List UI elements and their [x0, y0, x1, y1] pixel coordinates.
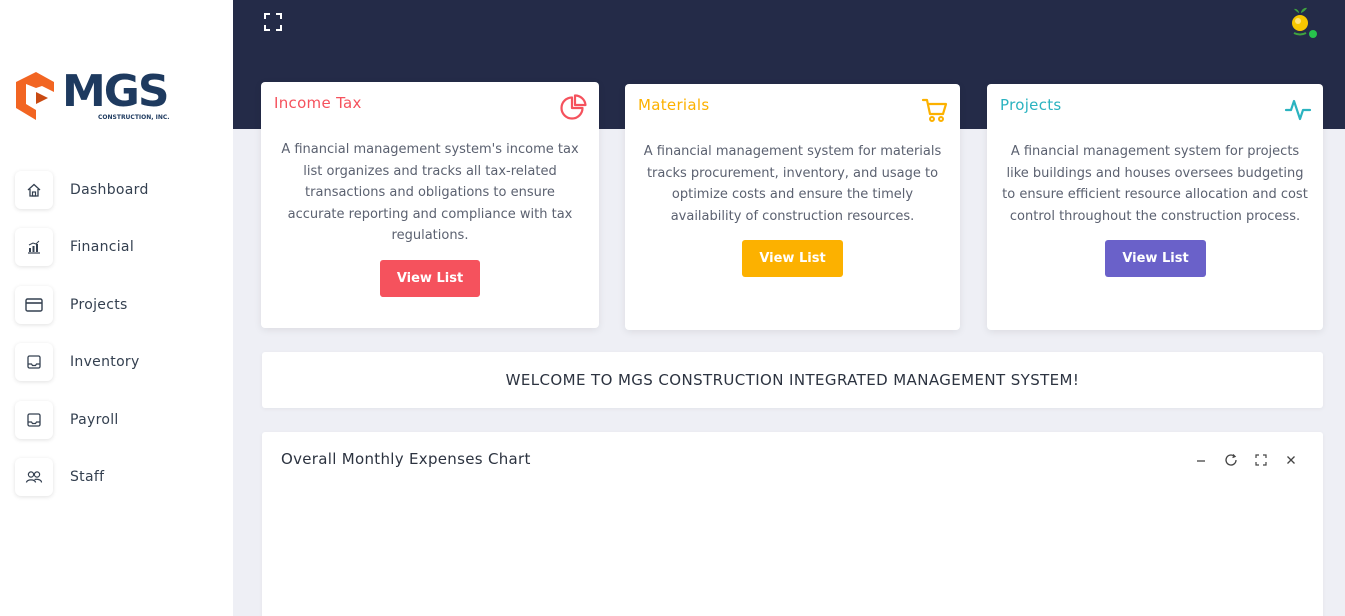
pie-chart-icon: [559, 94, 587, 122]
fullscreen-icon[interactable]: [263, 12, 283, 32]
user-avatar-icon[interactable]: [1286, 6, 1318, 40]
home-icon: [15, 171, 53, 209]
sidebar-item-projects[interactable]: Projects: [15, 286, 225, 324]
sidebar-item-label: Payroll: [70, 412, 119, 428]
income-tax-view-list-button[interactable]: View List: [380, 260, 480, 297]
refresh-icon[interactable]: [1223, 452, 1239, 468]
card-description: A financial management system for materi…: [643, 144, 942, 224]
projects-card: Projects A financial management system f…: [987, 84, 1323, 330]
sidebar: MGS CONSTRUCTION, INC. Dashboard Financi…: [0, 0, 233, 616]
inbox-icon: [15, 343, 53, 381]
card-title: Projects: [1000, 96, 1062, 114]
expand-icon[interactable]: [1253, 452, 1269, 468]
materials-card: Materials A financial management system …: [625, 84, 960, 330]
shopping-cart-icon: [921, 96, 949, 124]
users-icon: [15, 458, 53, 496]
logo-subtitle: CONSTRUCTION, INC.: [98, 114, 170, 121]
minimize-icon[interactable]: [1193, 452, 1209, 468]
sidebar-item-label: Inventory: [70, 354, 140, 370]
panel-tools: [1193, 452, 1299, 468]
sidebar-item-label: Dashboard: [70, 182, 149, 198]
welcome-text: WELCOME TO MGS CONSTRUCTION INTEGRATED M…: [505, 371, 1080, 389]
welcome-banner: WELCOME TO MGS CONSTRUCTION INTEGRATED M…: [262, 352, 1323, 408]
card-description: A financial management system for projec…: [1002, 144, 1308, 224]
projects-view-list-button[interactable]: View List: [1105, 240, 1206, 277]
panel-title: Overall Monthly Expenses Chart: [281, 450, 531, 468]
chart-bars-icon: [15, 228, 53, 266]
income-tax-card: Income Tax A financial management system…: [261, 82, 599, 328]
logo-mark-icon: [16, 72, 54, 120]
company-logo[interactable]: MGS CONSTRUCTION, INC.: [14, 66, 184, 126]
card-description: A financial management system's income t…: [281, 142, 579, 243]
sidebar-item-financial[interactable]: Financial: [15, 228, 225, 266]
sidebar-item-inventory[interactable]: Inventory: [15, 343, 225, 381]
card-title: Materials: [638, 96, 710, 114]
materials-view-list-button[interactable]: View List: [742, 240, 843, 277]
sidebar-item-dashboard[interactable]: Dashboard: [15, 171, 225, 209]
sidebar-item-label: Projects: [70, 297, 128, 313]
sidebar-item-label: Financial: [70, 239, 135, 255]
monthly-expenses-chart-panel: Overall Monthly Expenses Chart: [262, 432, 1323, 616]
activity-icon: [1284, 96, 1312, 124]
close-icon[interactable]: [1283, 452, 1299, 468]
logo-wordmark: MGS: [62, 66, 170, 117]
card-title: Income Tax: [274, 94, 362, 112]
credit-card-icon: [15, 286, 53, 324]
inbox-icon: [15, 401, 53, 439]
sidebar-item-staff[interactable]: Staff: [15, 458, 225, 496]
sidebar-item-label: Staff: [70, 469, 105, 485]
sidebar-item-payroll[interactable]: Payroll: [15, 401, 225, 439]
